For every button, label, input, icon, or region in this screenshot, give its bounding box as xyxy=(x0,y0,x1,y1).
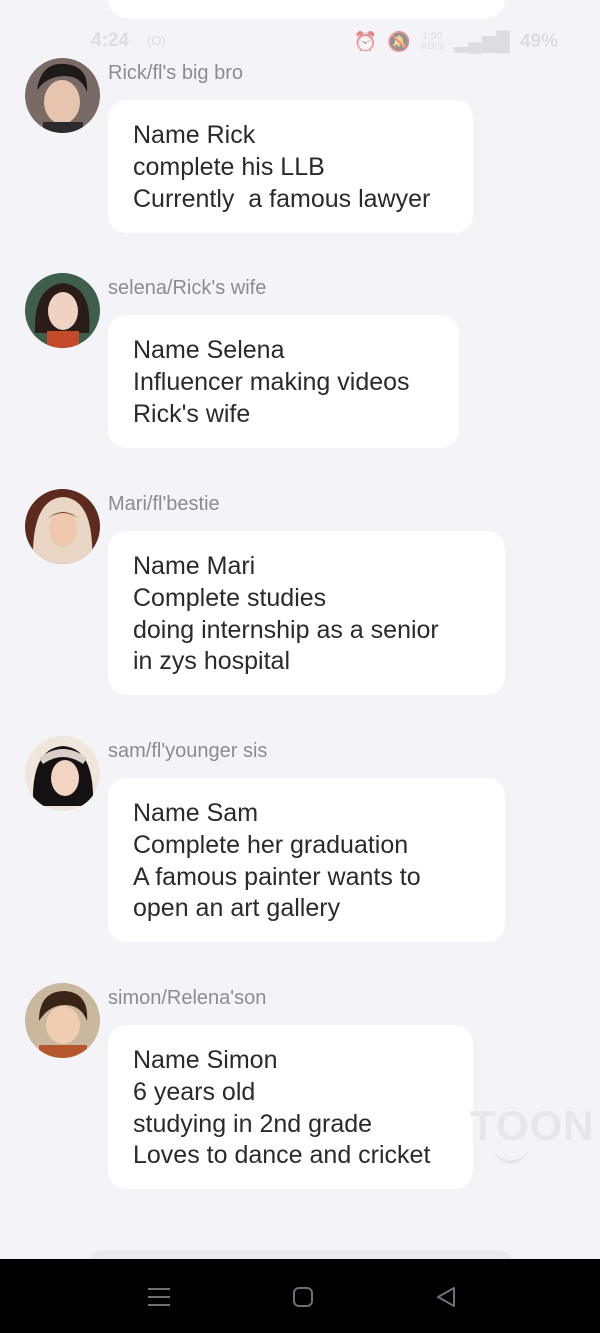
message-bubble[interactable]: Name Simon 6 years old studying in 2nd g… xyxy=(108,1025,473,1189)
watermark: TOON xyxy=(470,1102,595,1149)
message-line: Rick's wife xyxy=(133,399,251,428)
message-line: Influencer making videos xyxy=(133,367,410,396)
previous-message-bubble xyxy=(108,0,505,18)
avatar-sam[interactable] xyxy=(25,736,100,811)
battery-level: 49% xyxy=(519,31,558,52)
message-bubble[interactable]: Name Sam Complete her graduation A famou… xyxy=(108,778,505,942)
message-line: open an art gallery xyxy=(133,894,341,923)
message-line: Name Mari xyxy=(133,552,256,580)
sender-name: sam/fl'younger sis xyxy=(108,740,268,762)
message-bubble[interactable]: Name Mari Complete studies doing interns… xyxy=(108,531,505,695)
back-icon[interactable] xyxy=(426,1281,466,1313)
watermark-smile-icon xyxy=(494,1146,528,1164)
sender-name: Rick/fl's big bro xyxy=(108,62,243,84)
status-time: 4:24 xyxy=(91,30,130,51)
alarm-icon: ⏰ xyxy=(353,32,378,53)
message-line: in zys hospital xyxy=(133,647,291,676)
navigation-bar xyxy=(0,1259,600,1333)
menu-icon[interactable] xyxy=(139,1281,179,1313)
sim-indicator: (O) xyxy=(147,33,166,48)
avatar-mari[interactable] xyxy=(25,489,100,564)
message-line: complete his LLB xyxy=(133,152,325,181)
message-line: Currently a famous lawyer xyxy=(133,184,431,213)
status-bar: 4:24 (O) ⏰ 🔕 1.00 KB/S ▂▄▆█ 49% xyxy=(0,24,600,58)
sender-name: Mari/fl'bestie xyxy=(108,493,220,515)
message-line: A famous painter wants to xyxy=(133,862,421,891)
message-line: 6 years old xyxy=(133,1077,256,1106)
message-line: studying in 2nd grade xyxy=(133,1109,373,1138)
sender-name: selena/Rick's wife xyxy=(108,277,267,299)
sender-name: simon/Relena'son xyxy=(108,987,267,1009)
home-icon[interactable] xyxy=(283,1281,323,1313)
message-line: Complete her graduation xyxy=(133,830,409,859)
network-speed-unit: KB/S xyxy=(421,41,444,52)
avatar-simon[interactable] xyxy=(25,983,100,1058)
message-line: Name Rick xyxy=(133,121,256,149)
message-line: Name Simon xyxy=(133,1046,278,1074)
message-line: Complete studies xyxy=(133,583,327,612)
message-line: Name Sam xyxy=(133,799,259,827)
message-bubble[interactable]: Name Selena Influencer making videos Ric… xyxy=(108,315,459,448)
message-line: Loves to dance and cricket xyxy=(133,1141,431,1170)
mute-icon: 🔕 xyxy=(387,32,412,53)
message-line: Name Selena xyxy=(133,336,285,364)
avatar-selena[interactable] xyxy=(25,273,100,348)
status-icons: ⏰ 🔕 1.00 KB/S ▂▄▆█ 49% xyxy=(354,30,558,54)
avatar-rick[interactable] xyxy=(25,58,100,133)
message-bubble[interactable]: Name Rick complete his LLB Currently a f… xyxy=(108,100,473,233)
message-line: doing internship as a senior xyxy=(133,615,439,644)
network-speed: 1.00 KB/S xyxy=(421,32,444,52)
signal-icon: ▂▄▆█ xyxy=(453,31,510,53)
